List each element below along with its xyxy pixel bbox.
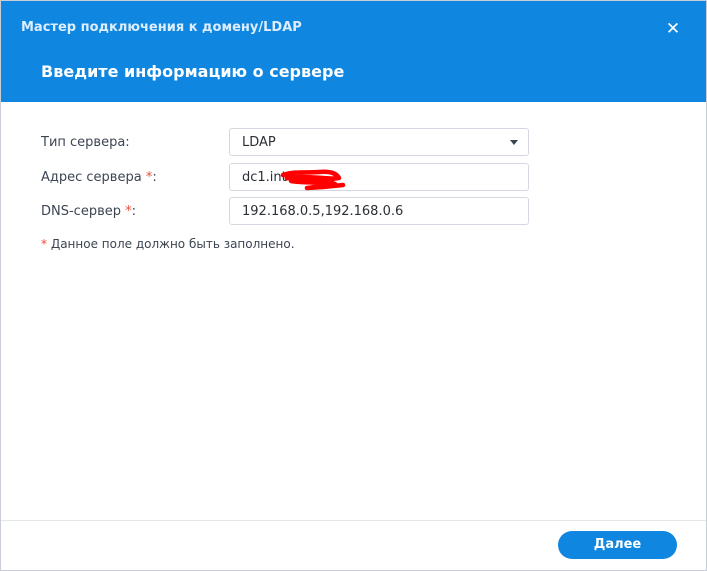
ldap-wizard-window: Мастер подключения к домену/LDAP ✕ Введи…: [0, 0, 707, 571]
close-icon[interactable]: ✕: [663, 19, 683, 39]
server-type-select[interactable]: LDAP: [229, 128, 529, 156]
dns-server-label-text: DNS-сервер: [41, 204, 121, 219]
server-address-label: Адрес сервера *:: [41, 170, 157, 185]
server-address-row: Адрес сервера *: dc1.int: [1, 163, 706, 191]
wizard-header: Мастер подключения к домену/LDAP ✕ Введи…: [1, 1, 706, 102]
chevron-down-icon[interactable]: [510, 140, 518, 145]
label-colon: :: [152, 170, 157, 185]
required-field-note: * Данное поле должно быть заполнено.: [41, 237, 295, 251]
dns-server-label: DNS-сервер *:: [41, 204, 136, 219]
label-colon: :: [131, 204, 137, 219]
server-address-input[interactable]: dc1.int: [229, 163, 529, 191]
required-note-text: Данное поле должно быть заполнено.: [47, 237, 295, 251]
next-button[interactable]: Далее: [558, 531, 677, 559]
server-type-label: Тип сервера:: [41, 135, 130, 150]
server-type-row: Тип сервера: LDAP: [1, 128, 706, 156]
dns-server-row: DNS-сервер *: 192.168.0.5,192.168.0.6: [1, 197, 706, 225]
dns-server-value: 192.168.0.5,192.168.0.6: [242, 204, 404, 219]
server-type-value: LDAP: [242, 135, 276, 150]
server-address-label-text: Адрес сервера: [41, 170, 142, 185]
footer-divider: [1, 520, 706, 521]
redaction-scribble: [280, 169, 346, 191]
dns-server-input[interactable]: 192.168.0.5,192.168.0.6: [229, 197, 529, 225]
window-title: Мастер подключения к домену/LDAP: [21, 20, 302, 35]
page-title: Введите информацию о сервере: [41, 62, 345, 81]
